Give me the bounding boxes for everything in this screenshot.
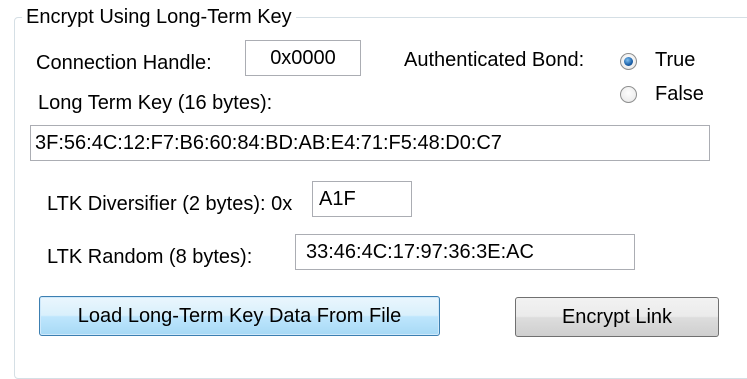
radio-false-label[interactable]: False [655, 82, 704, 106]
connection-handle-input[interactable] [245, 40, 361, 76]
load-ltk-button[interactable]: Load Long-Term Key Data From File [39, 296, 440, 336]
connection-handle-label: Connection Handle: [36, 52, 212, 74]
ltk-input[interactable] [30, 125, 710, 161]
ltk-diversifier-input[interactable] [312, 181, 412, 217]
group-title: Encrypt Using Long-Term Key [22, 5, 296, 29]
ltk-random-label: LTK Random (8 bytes): [47, 246, 253, 268]
encrypt-link-button[interactable]: Encrypt Link [515, 297, 719, 337]
ltk-label: Long Term Key (16 bytes): [38, 92, 273, 114]
ltk-diversifier-label: LTK Diversifier (2 bytes): 0x [47, 193, 293, 215]
radio-false-indicator[interactable] [620, 86, 637, 103]
ltk-random-input[interactable] [295, 234, 635, 270]
radio-true-label[interactable]: True [655, 48, 695, 72]
radio-true-indicator[interactable] [620, 53, 637, 70]
authenticated-bond-label: Authenticated Bond: [404, 49, 585, 71]
